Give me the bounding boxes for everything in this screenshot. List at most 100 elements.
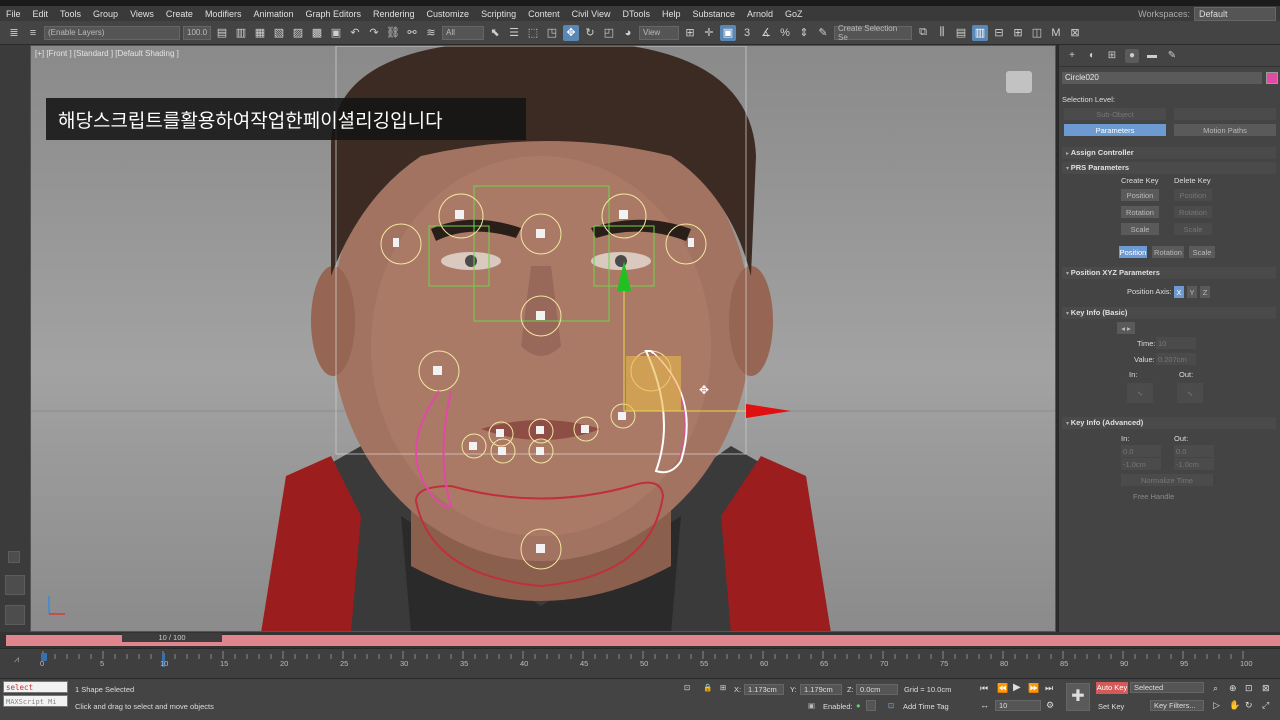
play-icon[interactable]: ▶: [1013, 682, 1021, 693]
region-select-icon[interactable]: ⬚: [525, 25, 541, 41]
layer-tool4-icon[interactable]: ▨: [290, 25, 306, 41]
position-xyz-rollout[interactable]: Position XYZ Parameters: [1062, 267, 1276, 279]
free-handle-checkbox[interactable]: Free Handle: [1133, 492, 1174, 501]
schematic-icon[interactable]: ⊞: [1010, 25, 1026, 41]
go-to-end-icon[interactable]: ⏭: [1045, 683, 1053, 694]
move-icon[interactable]: ✥: [563, 24, 579, 41]
edit-named-sets-icon[interactable]: ✎: [815, 25, 831, 41]
display-tab-icon[interactable]: ▬: [1145, 49, 1159, 63]
menu-tools[interactable]: Tools: [54, 9, 87, 19]
next-frame-icon[interactable]: ⏩: [1028, 683, 1039, 694]
key-filters-button[interactable]: Key Filters...: [1150, 700, 1204, 711]
pivot-icon[interactable]: ⊞: [682, 25, 698, 41]
material-editor-icon[interactable]: ◫: [1029, 25, 1045, 41]
rotate-icon[interactable]: ↻: [582, 25, 598, 41]
lock-selection-icon[interactable]: 🔒: [703, 683, 712, 692]
create-key-position-button[interactable]: Position: [1121, 189, 1159, 201]
adaptive-degradation-icon[interactable]: ▣: [808, 701, 815, 710]
unlink-icon[interactable]: ⚯: [404, 25, 420, 41]
assign-controller-rollout[interactable]: Assign Controller: [1062, 147, 1276, 159]
scale-icon[interactable]: ◰: [601, 25, 617, 41]
key-info-advanced-rollout[interactable]: Key Info (Advanced): [1062, 417, 1276, 429]
value-field[interactable]: 0.207cm: [1156, 353, 1196, 365]
prs-rotation-tab[interactable]: Rotation: [1152, 246, 1184, 258]
enabled-toggle-icon[interactable]: ●: [856, 701, 861, 710]
motion-tab-icon[interactable]: ●: [1125, 48, 1139, 63]
layers-add-icon[interactable]: ≡: [25, 25, 41, 41]
menu-animation[interactable]: Animation: [247, 9, 299, 19]
absolute-mode-icon[interactable]: ⊞: [720, 683, 726, 692]
viewcube-icon[interactable]: [1006, 71, 1032, 93]
trackbar[interactable]: 0 5 10 15 20 25 30 35 40 45 50 55 60 65 70 75 80 85 90 95 10…: [0, 648, 1280, 678]
workspaces-dropdown[interactable]: Default: [1194, 6, 1276, 21]
place-icon[interactable]: ◕: [620, 25, 636, 41]
fov-icon[interactable]: ▷: [1213, 700, 1220, 711]
axis-x-button[interactable]: X: [1174, 286, 1184, 298]
menu-arnold[interactable]: Arnold: [741, 9, 779, 19]
layers-dropdown[interactable]: (Enable Layers): [44, 25, 180, 40]
menu-edit[interactable]: Edit: [27, 9, 55, 19]
menu-file[interactable]: File: [0, 9, 27, 19]
key-info-basic-rollout[interactable]: Key Info (Basic): [1062, 307, 1276, 319]
time-config-icon[interactable]: ⚙: [1046, 700, 1054, 711]
layers-icon[interactable]: ≣: [6, 25, 22, 41]
utilities-tab-icon[interactable]: ✎: [1165, 49, 1179, 63]
pan-icon[interactable]: ✋: [1229, 700, 1240, 711]
adv-out-field-2[interactable]: -1.0cm: [1174, 458, 1214, 470]
layer-tool3-icon[interactable]: ▧: [271, 25, 287, 41]
layers-number[interactable]: 100.0: [183, 25, 211, 40]
menu-scripting[interactable]: Scripting: [475, 9, 522, 19]
time-tag-icon[interactable]: ⊡: [888, 701, 894, 710]
object-color-swatch[interactable]: [1266, 72, 1278, 84]
undo-icon[interactable]: ↶: [347, 25, 363, 41]
viewport-label[interactable]: [+] [Front ] [Standard ] [Default Shadin…: [35, 49, 179, 58]
delete-key-position-button[interactable]: Position: [1174, 189, 1212, 201]
select-by-name-icon[interactable]: ☰: [506, 25, 522, 41]
menu-content[interactable]: Content: [522, 9, 566, 19]
isolate-icon[interactable]: ⊡: [684, 683, 690, 692]
play-mini-icon[interactable]: [8, 551, 20, 563]
in-tangent-icon[interactable]: ∿: [1127, 383, 1153, 403]
front-viewport[interactable]: ✥ [+] [Front ] [Standard ] [Default Shad…: [30, 45, 1056, 632]
z-coordinate-field[interactable]: 0.0cm: [856, 684, 898, 695]
reference-coordinate-dropdown[interactable]: View: [639, 25, 679, 40]
modify-tab-icon[interactable]: ◐: [1085, 49, 1099, 63]
manipulate-icon[interactable]: ✛: [701, 25, 717, 41]
selection-filter-dropdown[interactable]: All: [442, 25, 484, 40]
zoom-icon[interactable]: ⌕: [1213, 683, 1218, 694]
menu-civil-view[interactable]: Civil View: [566, 9, 617, 19]
layer-tool2-icon[interactable]: ▦: [252, 25, 268, 41]
menu-graph-editors[interactable]: Graph Editors: [299, 9, 367, 19]
create-tab-icon[interactable]: +: [1065, 49, 1079, 63]
motion-paths-button[interactable]: Motion Paths: [1174, 124, 1276, 136]
go-to-start-icon[interactable]: ⏮: [980, 683, 988, 694]
axis-z-button[interactable]: Z: [1200, 286, 1210, 298]
link-icon[interactable]: ⛓: [385, 25, 401, 41]
prs-parameters-rollout[interactable]: PRS Parameters: [1062, 162, 1276, 174]
sub-object-button[interactable]: Sub-Object: [1064, 108, 1166, 120]
object-name-field[interactable]: Circle020: [1062, 72, 1262, 84]
auto-key-button[interactable]: Auto Key: [1096, 682, 1128, 694]
viewport-layout-button-2[interactable]: [5, 605, 25, 625]
keyboard-shortcut-icon[interactable]: ▣: [720, 24, 736, 41]
out-tangent-icon[interactable]: ∿: [1177, 383, 1203, 403]
menu-help[interactable]: Help: [656, 9, 687, 19]
window-crossing-icon[interactable]: ◳: [544, 25, 560, 41]
maxscript-listener-input[interactable]: select $Circle0: [3, 681, 68, 704]
snap-3-icon[interactable]: 3: [739, 25, 755, 41]
curve-editor-icon[interactable]: ⊟: [991, 25, 1007, 41]
menu-dtools[interactable]: DTools: [616, 9, 656, 19]
menu-modifiers[interactable]: Modifiers: [199, 9, 248, 19]
zoom-extents-all-icon[interactable]: ⊠: [1262, 683, 1270, 694]
viewport-layout-button[interactable]: [5, 575, 25, 595]
menu-customize[interactable]: Customize: [421, 9, 476, 19]
menu-group[interactable]: Group: [87, 9, 124, 19]
set-key-button[interactable]: Set Key: [1098, 702, 1124, 711]
render-frame-icon[interactable]: ⊠: [1067, 25, 1083, 41]
previous-frame-icon[interactable]: ⏪: [997, 683, 1008, 694]
bind-icon[interactable]: ≋: [423, 25, 439, 41]
menu-goz[interactable]: GoZ: [779, 9, 809, 19]
create-key-rotation-button[interactable]: Rotation: [1121, 206, 1159, 218]
zoom-all-icon[interactable]: ⊕: [1229, 683, 1237, 694]
axis-y-button[interactable]: Y: [1187, 286, 1197, 298]
